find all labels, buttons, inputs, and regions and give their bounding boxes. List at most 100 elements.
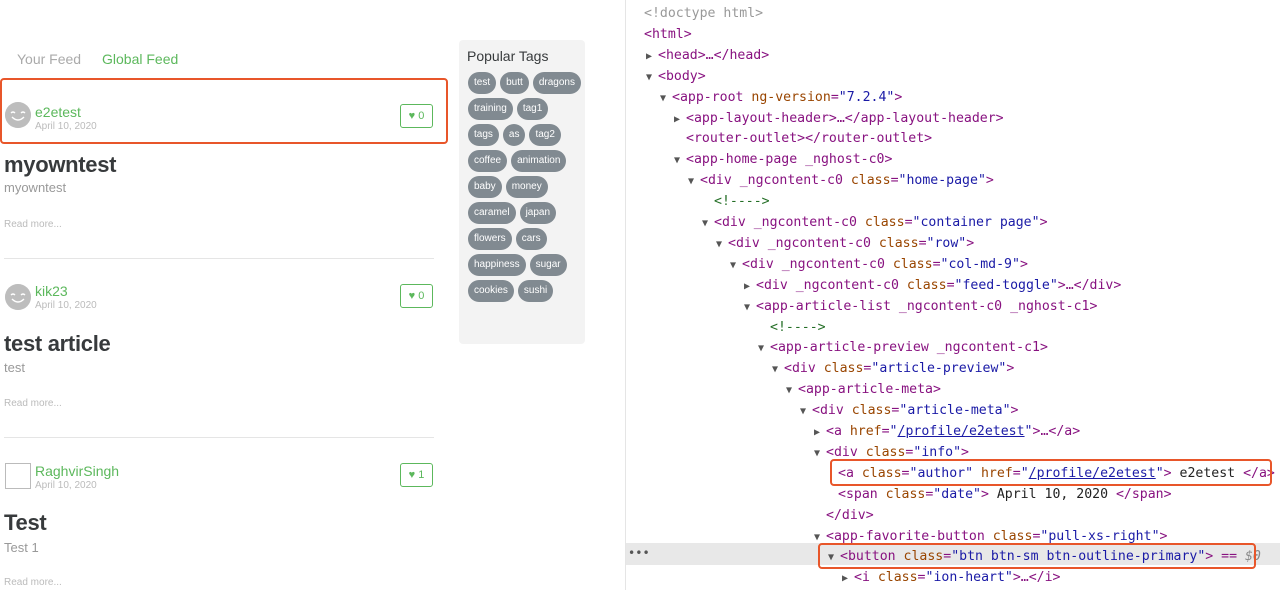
article-date: April 10, 2020 <box>35 300 97 311</box>
dom-node-line[interactable]: ▼ <app-article-list _ngcontent-c0 _nghost… <box>744 296 1097 317</box>
expanded-triangle-icon[interactable]: ▼ <box>688 171 700 192</box>
devtools-elements-panel: ••• <!doctype html> <html> ▶ <head>…</head>… <box>625 0 1280 590</box>
expanded-triangle-icon[interactable]: ▼ <box>674 150 686 171</box>
dom-node-line[interactable]: </div> <box>826 505 874 526</box>
popular-tags-sidebar: Popular Tags test butt dragons training tag1… <box>459 40 585 344</box>
read-more-link[interactable]: Read more... <box>4 577 62 588</box>
favorite-count: 0 <box>418 110 425 122</box>
expanded-triangle-icon[interactable]: ▼ <box>716 234 728 255</box>
dom-node-line[interactable]: ▶ <i class="ion-heart">…</i> <box>842 567 1061 588</box>
dom-node-line[interactable]: ▼ <div _ngcontent-c0 class="home-page"> <box>688 170 994 191</box>
expanded-triangle-icon[interactable]: ▼ <box>730 255 742 276</box>
dom-node-line[interactable]: ▼ <div _ngcontent-c0 class="container pag… <box>702 212 1048 233</box>
dom-node-line[interactable]: <!----> <box>770 317 826 338</box>
article-title[interactable]: Test <box>4 510 47 536</box>
article-description: test <box>4 360 25 375</box>
favorite-count: 1 <box>418 469 425 481</box>
collapsed-triangle-icon[interactable]: ▶ <box>744 276 756 297</box>
button-node-highlight <box>818 543 1256 569</box>
dom-node-line[interactable]: <span class="date"> April 10, 2020 </spa… <box>838 484 1172 505</box>
avatar[interactable] <box>5 284 31 310</box>
dom-node-line[interactable]: ▼ <div class="article-meta"> <box>800 400 1019 421</box>
tag-pill[interactable]: tag1 <box>516 98 549 120</box>
expanded-triangle-icon[interactable]: ▼ <box>814 443 826 464</box>
dom-node-line[interactable]: <router-outlet></router-outlet> <box>686 128 932 149</box>
tag-pill[interactable]: butt <box>500 72 529 94</box>
dom-node-line[interactable]: ▼ <app-article-meta> <box>786 379 941 400</box>
dom-node-line[interactable]: ▶ <div _ngcontent-c0 class="feed-toggle">… <box>744 275 1121 296</box>
divider <box>4 437 434 438</box>
article-date: April 10, 2020 <box>35 121 97 132</box>
expanded-triangle-icon[interactable]: ▼ <box>800 401 812 422</box>
author-link-highlight <box>830 459 1272 486</box>
article-title[interactable]: myowntest <box>4 152 117 178</box>
dom-node-line[interactable]: ▼ <body> <box>646 66 706 87</box>
dom-node-line[interactable]: ▼ <div _ngcontent-c0 class="row"> <box>716 233 974 254</box>
dom-node-line[interactable]: <!doctype html> <box>644 3 763 24</box>
tag-list: test butt dragons training tag1 tags as tag2 cof… <box>468 72 582 302</box>
tag-pill[interactable]: happiness <box>468 254 526 276</box>
tag-pill[interactable]: caramel <box>468 202 516 224</box>
collapsed-triangle-icon[interactable]: ▶ <box>674 109 686 130</box>
tag-pill[interactable]: test <box>468 72 497 94</box>
tag-pill[interactable]: cars <box>515 228 547 250</box>
article-title[interactable]: test article <box>4 331 111 357</box>
article-author[interactable]: kik23 <box>35 283 68 299</box>
dom-node-line[interactable]: ▶ <a href="/profile/e2etest">…</a> <box>814 421 1080 442</box>
tab-global-feed[interactable]: Global Feed <box>102 51 178 67</box>
tag-pill[interactable]: sugar <box>529 254 567 276</box>
dom-node-line[interactable]: ▼ <div _ngcontent-c0 class="col-md-9"> <box>730 254 1028 275</box>
avatar[interactable] <box>5 102 31 128</box>
tag-pill[interactable]: animation <box>511 150 567 172</box>
tag-pill[interactable]: training <box>468 98 513 120</box>
tag-pill[interactable]: tags <box>468 124 499 146</box>
expanded-triangle-icon[interactable]: ▼ <box>744 297 756 318</box>
tag-pill[interactable]: as <box>502 124 526 146</box>
read-more-link[interactable]: Read more... <box>4 219 62 230</box>
tag-pill[interactable]: coffee <box>468 150 508 172</box>
tag-pill[interactable]: tag2 <box>529 124 561 146</box>
expanded-triangle-icon[interactable]: ▼ <box>660 88 672 109</box>
tag-pill[interactable]: money <box>505 176 548 198</box>
tag-pill[interactable]: sushi <box>517 280 554 302</box>
smiley-avatar-icon <box>5 102 31 128</box>
conduit-app-pane: Your Feed Global Feed e2etest April 10, … <box>0 0 625 590</box>
heart-icon: ♥ <box>408 289 416 302</box>
tag-pill[interactable]: baby <box>468 176 502 198</box>
collapsed-triangle-icon[interactable]: ▶ <box>842 568 854 589</box>
article-author[interactable]: e2etest <box>35 104 81 120</box>
dom-node-line[interactable]: ▼ <app-home-page _nghost-c0> <box>674 149 892 170</box>
heart-icon: ♥ <box>408 468 416 481</box>
expanded-triangle-icon[interactable]: ▼ <box>786 380 798 401</box>
expanded-triangle-icon[interactable]: ▼ <box>702 213 714 234</box>
favorite-button[interactable]: ♥ 1 <box>400 463 433 487</box>
expanded-triangle-icon[interactable]: ▼ <box>646 67 658 88</box>
dom-node-line[interactable]: <html> <box>644 24 692 45</box>
tag-pill[interactable]: dragons <box>532 72 581 94</box>
dom-node-line[interactable]: ▶ <head>…</head> <box>646 45 769 66</box>
dom-node-line[interactable]: ▼ <div class="article-preview"> <box>772 358 1014 379</box>
divider <box>4 258 434 259</box>
dom-node-line[interactable]: <!----> <box>714 191 770 212</box>
sidebar-title: Popular Tags <box>467 48 549 64</box>
broken-image-avatar[interactable] <box>5 463 31 489</box>
article-date: April 10, 2020 <box>35 480 97 491</box>
tab-your-feed[interactable]: Your Feed <box>17 51 81 67</box>
favorite-button[interactable]: ♥ 0 <box>400 284 433 308</box>
collapsed-triangle-icon[interactable]: ▶ <box>646 46 658 67</box>
article-author[interactable]: RaghvirSingh <box>35 463 119 479</box>
expanded-triangle-icon[interactable]: ▼ <box>772 359 784 380</box>
more-options-icon[interactable]: ••• <box>628 543 650 564</box>
collapsed-triangle-icon[interactable]: ▶ <box>814 422 826 443</box>
favorite-count: 0 <box>418 290 425 302</box>
dom-node-line[interactable]: ▼ <app-root ng-version="7.2.4"> <box>660 87 902 108</box>
expanded-triangle-icon[interactable]: ▼ <box>758 338 770 359</box>
tag-pill[interactable]: japan <box>519 202 557 224</box>
dom-node-line[interactable]: ▶ <app-layout-header>…</app-layout-header… <box>674 108 1004 129</box>
tag-pill[interactable]: flowers <box>468 228 512 250</box>
tag-pill[interactable]: cookies <box>468 280 514 302</box>
read-more-link[interactable]: Read more... <box>4 398 62 409</box>
favorite-button[interactable]: ♥ 0 <box>400 104 433 128</box>
article-description: myowntest <box>4 180 67 195</box>
dom-node-line[interactable]: ▼ <app-article-preview _ngcontent-c1> <box>758 337 1048 358</box>
